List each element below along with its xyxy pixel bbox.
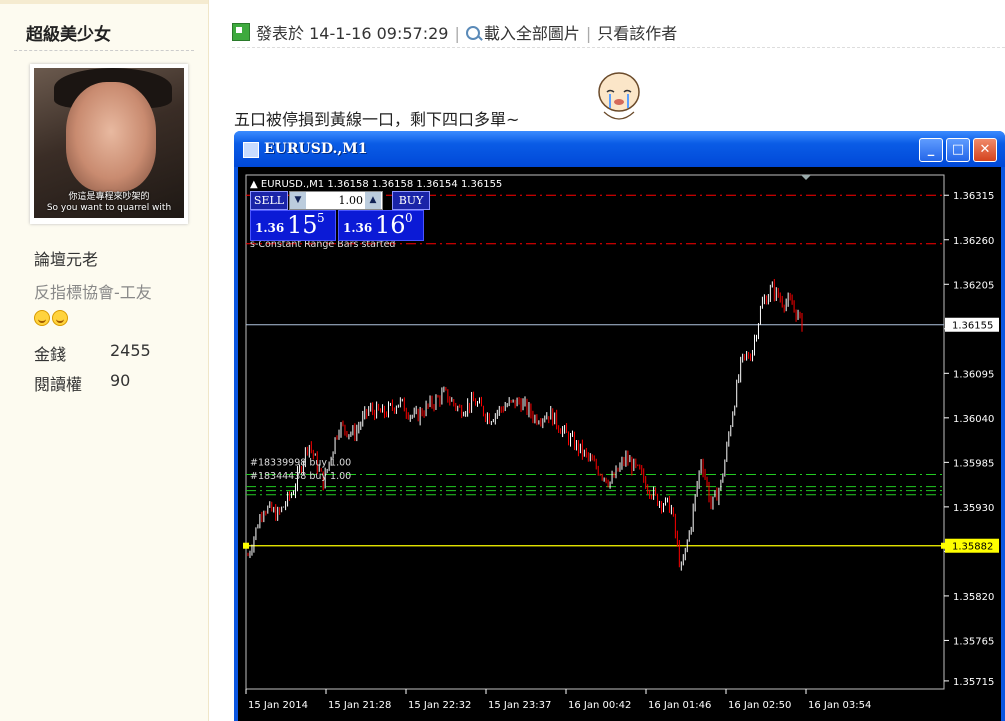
mt4-chart-window: EURUSD.,M1 _ □ ✕ 1.36315 1.36260 1.36205 1.… [234,131,1005,721]
current-price-label: 1.36155 [952,321,993,332]
user-rank: 論壇元老 [34,250,99,269]
smiley-icon [52,310,68,326]
x-tick-label: 15 Jan 22:32 [408,700,471,711]
rank-stars [34,310,70,330]
stat-label: 閱讀權 [34,375,83,394]
post-message: 五口被停損到黃線一口，剩下四口多單~ [234,110,520,129]
avatar-frame[interactable]: 你這是專程來吵架的 So you want to quarrel with [30,64,188,224]
ask-price-box[interactable]: 1.36 16 0 [338,210,424,241]
close-button[interactable]: ✕ [973,138,997,162]
stat-label: 金錢 [34,345,67,364]
x-tick-label: 16 Jan 00:42 [568,700,631,711]
chart-window-icon [243,142,259,158]
lot-increase-icon[interactable]: ▲ [365,192,381,209]
separator: | [585,24,592,43]
order-label: #18344438 buy 1.00 [250,471,351,482]
maximize-button[interactable]: □ [946,138,970,162]
one-click-trading-panel: SELL ▼ 1.00 ▲ BUY 1.36 15 5 1.36 16 0 [250,191,430,241]
stop-price-label: 1.35882 [952,542,993,553]
x-tick-label: 15 Jan 23:37 [488,700,551,711]
post-timestamp: 發表於 14-1-16 09:57:29 [256,24,449,43]
smiley-icon [34,310,50,326]
window-titlebar[interactable]: EURUSD.,M1 _ □ ✕ [234,131,1005,167]
x-tick-label: 16 Jan 03:54 [808,700,871,711]
stat-value: 90 [110,371,131,390]
y-tick-label: 1.36260 [953,236,994,247]
online-status-icon [232,23,250,41]
ask-price-prefix: 1.36 [343,221,373,235]
stop-handle [243,542,249,549]
x-tick-label: 16 Jan 01:46 [648,700,711,711]
y-tick-label: 1.36095 [953,369,994,380]
symbol-info-line: ▲ EURUSD.,M1 1.36158 1.36158 1.36154 1.3… [250,179,502,190]
avatar-face [66,82,156,192]
lot-decrease-icon[interactable]: ▼ [290,192,306,209]
y-tick-label: 1.35930 [953,503,994,514]
stat-money: 金錢 2455 [34,341,151,365]
ask-price-pips: 16 [375,211,406,239]
x-tick-label: 15 Jan 21:28 [328,700,391,711]
shift-marker-icon [801,175,811,180]
author-username[interactable]: 超級美少女 [26,20,111,45]
lot-size-value[interactable]: 1.00 [308,192,364,209]
x-tick-label: 16 Jan 02:50 [728,700,791,711]
lot-size-field[interactable]: ▼ 1.00 ▲ [289,191,383,210]
y-tick-label: 1.35715 [953,677,994,688]
bid-price-pips: 15 [287,211,318,239]
y-tick-label: 1.36205 [953,280,994,291]
separator: | [454,24,460,43]
y-tick-label: 1.35820 [953,592,994,603]
minimize-button[interactable]: _ [919,138,943,162]
load-all-images-link[interactable]: 載入全部圖片 [484,24,580,43]
y-tick-label: 1.35985 [953,458,994,469]
y-tick-label: 1.36315 [953,191,994,202]
crying-emoticon-icon [598,72,640,120]
bid-price-prefix: 1.36 [255,221,285,235]
author-only-link[interactable]: 只看該作者 [597,24,677,43]
bid-price-fraction: 5 [317,211,325,225]
post-header: 發表於 14-1-16 09:57:29 | 載入全部圖片 | 只看該作者 [232,20,677,44]
avatar[interactable]: 你這是專程來吵架的 So you want to quarrel with [34,68,184,218]
y-tick-label: 1.35765 [953,636,994,647]
avatar-caption: 你這是專程來吵架的 So you want to quarrel with [34,192,184,218]
avatar-caption-line-1: 你這是專程來吵架的 [68,192,150,202]
user-sidebar: 超級美少女 你這是專程來吵架的 So you want to quarrel w… [0,0,209,721]
stat-read-permission: 閱讀權 90 [34,371,130,395]
avatar-caption-line-2: So you want to quarrel with [46,203,172,213]
x-tick-label: 15 Jan 2014 [248,700,308,711]
bid-price-box[interactable]: 1.36 15 5 [250,210,336,241]
ask-price-fraction: 0 [405,211,413,225]
order-label: #18339998 buy 1.00 [250,457,351,468]
magnifier-icon [465,26,480,40]
sidebar-top-line [0,0,208,4]
header-divider [232,47,1005,48]
user-group[interactable]: 反指標協會-工友 [34,279,152,303]
sell-button[interactable]: SELL [250,191,288,210]
price-chart[interactable]: 1.36315 1.36260 1.36205 1.36095 1.36040 1.359… [238,167,1001,721]
window-title: EURUSD.,M1 [264,141,368,157]
stat-value: 2455 [110,341,151,360]
y-tick-label: 1.36040 [953,414,994,425]
divider [14,50,194,51]
buy-button[interactable]: BUY [392,191,430,210]
chart-canvas: 1.36315 1.36260 1.36205 1.36095 1.36040 1.359… [243,174,999,711]
